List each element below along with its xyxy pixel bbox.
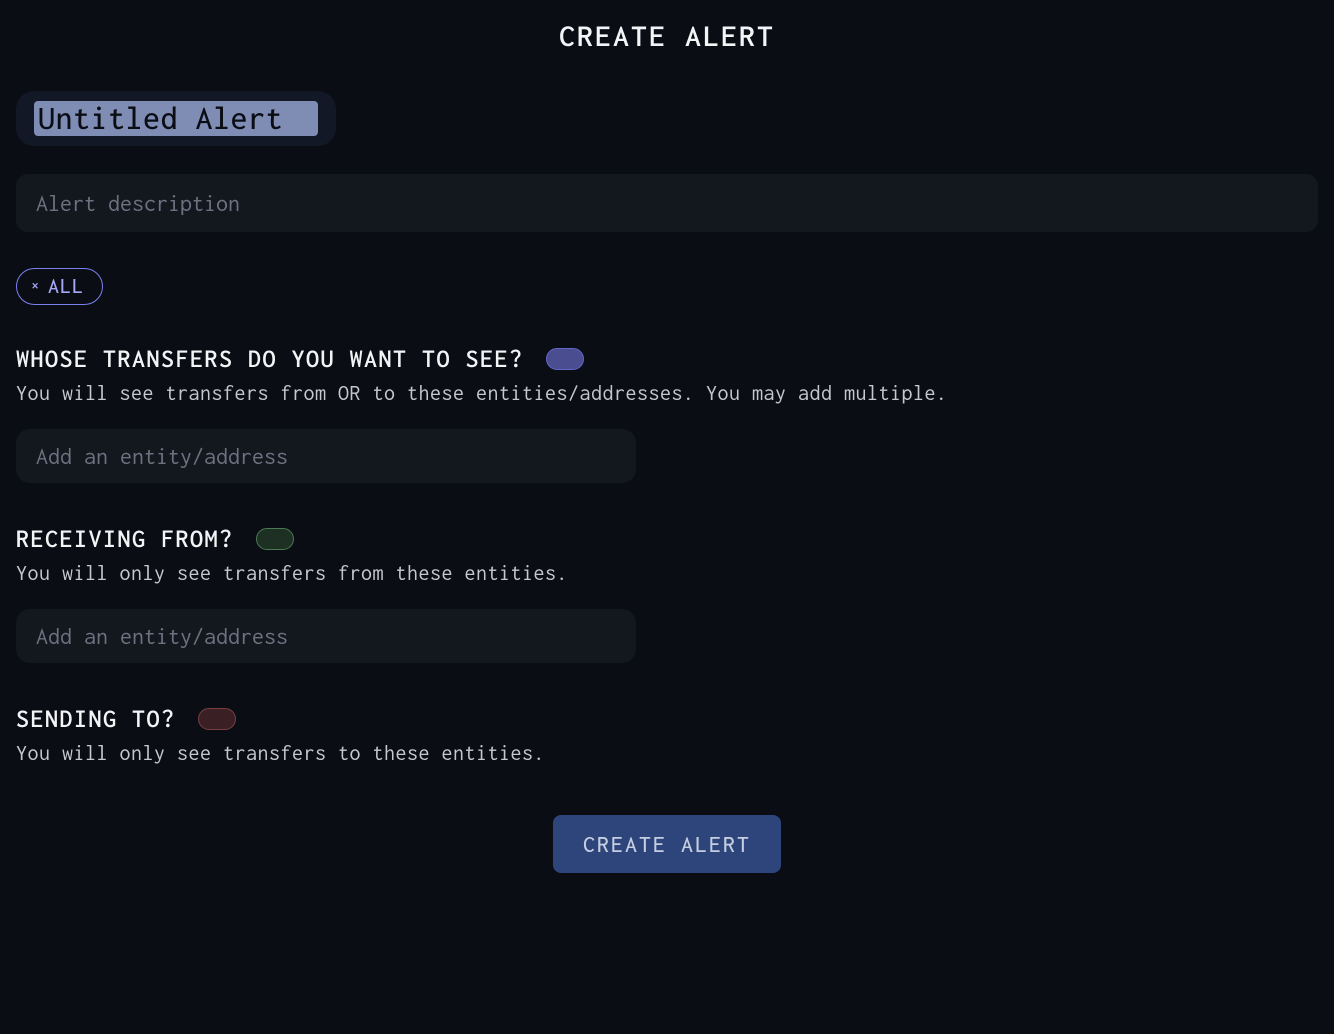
indicator-pill-sending[interactable] — [198, 708, 236, 730]
entity-input-whose[interactable] — [16, 429, 636, 483]
section-desc-sending: You will only see transfers to these ent… — [16, 742, 1318, 765]
indicator-pill-receiving[interactable] — [256, 528, 294, 550]
entity-input-receiving[interactable] — [16, 609, 636, 663]
section-title-sending: SENDING TO? — [16, 705, 176, 732]
close-icon: ✕ — [31, 278, 40, 295]
alert-name-container — [16, 91, 336, 146]
section-sending-to: SENDING TO? You will only see transfers … — [16, 705, 1318, 765]
section-title-receiving: RECEIVING FROM? — [16, 525, 234, 552]
create-alert-button[interactable]: CREATE ALERT — [553, 815, 781, 873]
alert-description-input[interactable] — [16, 174, 1318, 232]
alert-name-input[interactable] — [34, 101, 318, 136]
section-desc-whose: You will see transfers from OR to these … — [16, 382, 1318, 405]
section-whose-transfers: WHOSE TRANSFERS DO YOU WANT TO SEE? You … — [16, 345, 1318, 483]
filter-chip-all[interactable]: ✕ ALL — [16, 268, 103, 305]
page-title: CREATE ALERT — [16, 20, 1318, 53]
section-desc-receiving: You will only see transfers from these e… — [16, 562, 1318, 585]
indicator-pill-whose[interactable] — [546, 348, 584, 370]
filter-chip-label: ALL — [48, 275, 84, 298]
section-receiving-from: RECEIVING FROM? You will only see transf… — [16, 525, 1318, 663]
section-title-whose: WHOSE TRANSFERS DO YOU WANT TO SEE? — [16, 345, 524, 372]
